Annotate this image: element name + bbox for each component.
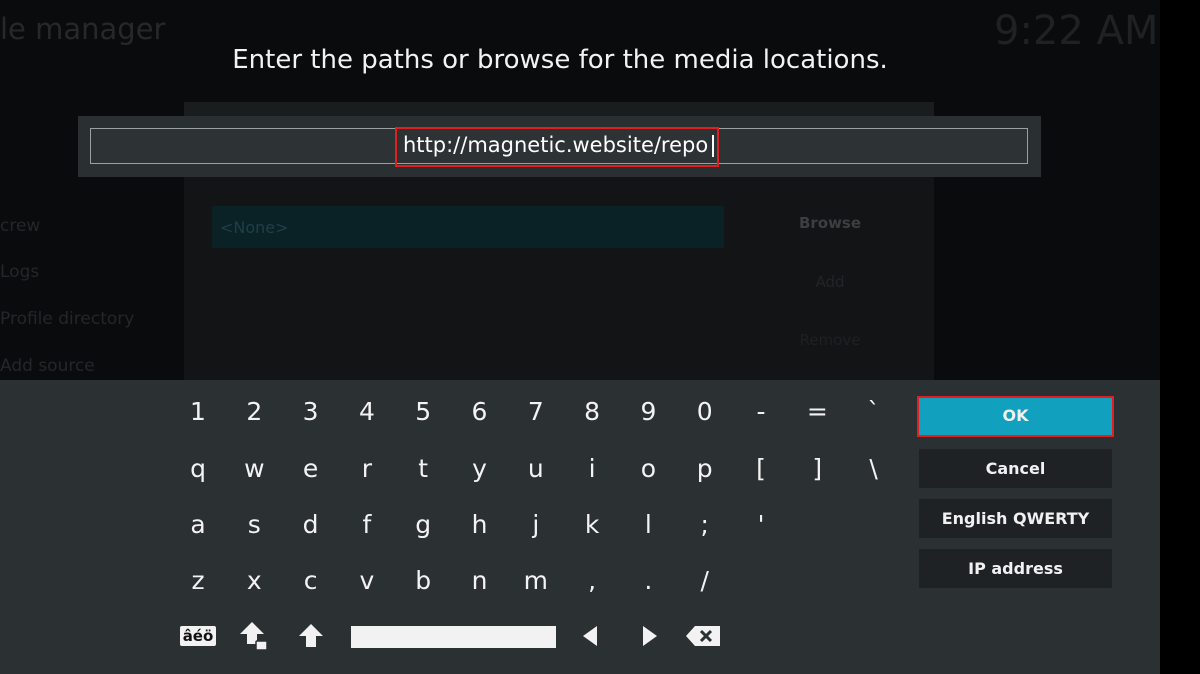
space-bar[interactable] xyxy=(351,626,556,648)
path-input-value: http://magnetic.website/repo xyxy=(403,133,709,157)
key-3-6[interactable]: h xyxy=(455,505,505,545)
background-browse-button: Browse xyxy=(798,214,862,232)
key-4-2[interactable]: x xyxy=(229,561,279,601)
background-source-list-item: <None> xyxy=(212,206,724,248)
background-sidebar-item: crew xyxy=(0,216,41,236)
key-2-2[interactable]: w xyxy=(229,449,279,489)
key-4-9[interactable]: . xyxy=(623,561,673,601)
background-add-button: Add xyxy=(815,273,845,291)
key-2-6[interactable]: y xyxy=(455,449,505,489)
key-1-13[interactable]: ` xyxy=(849,392,899,432)
shift-lock-key[interactable] xyxy=(234,618,276,654)
shift-icon xyxy=(299,624,323,647)
background-window-title: le manager xyxy=(0,12,166,46)
backspace-icon xyxy=(686,626,720,646)
right-edge-strip xyxy=(1160,0,1200,674)
background-sidebar-item: Logs xyxy=(0,262,40,282)
key-2-13[interactable]: \ xyxy=(849,449,899,489)
key-1-4[interactable]: 4 xyxy=(342,392,392,432)
key-2-1[interactable]: q xyxy=(173,449,223,489)
key-4-7[interactable]: m xyxy=(511,561,561,601)
key-4-10[interactable]: / xyxy=(680,561,730,601)
symbols-key[interactable]: âéö xyxy=(177,618,219,654)
key-2-7[interactable]: u xyxy=(511,449,561,489)
shift-key[interactable] xyxy=(290,618,332,654)
key-3-3[interactable]: d xyxy=(286,505,336,545)
background-sidebar-item: Profile directory xyxy=(0,309,135,329)
arrow-right-icon xyxy=(643,626,657,646)
key-1-6[interactable]: 6 xyxy=(455,392,505,432)
ip-address-button[interactable]: IP address xyxy=(919,549,1112,588)
keyboard-layout-button[interactable]: English QWERTY xyxy=(919,499,1112,538)
key-1-2[interactable]: 2 xyxy=(229,392,279,432)
cursor-left-key[interactable] xyxy=(569,618,611,654)
key-3-8[interactable]: k xyxy=(567,505,617,545)
key-3-7[interactable]: j xyxy=(511,505,561,545)
key-2-3[interactable]: e xyxy=(286,449,336,489)
key-4-8[interactable]: , xyxy=(567,561,617,601)
key-1-8[interactable]: 8 xyxy=(567,392,617,432)
key-1-9[interactable]: 9 xyxy=(623,392,673,432)
key-3-1[interactable]: a xyxy=(173,505,223,545)
background-remove-button: Remove xyxy=(799,331,861,349)
key-1-1[interactable]: 1 xyxy=(173,392,223,432)
key-1-5[interactable]: 5 xyxy=(398,392,448,432)
dialog-heading: Enter the paths or browse for the media … xyxy=(232,45,888,75)
key-2-10[interactable]: p xyxy=(680,449,730,489)
arrow-left-icon xyxy=(583,626,597,646)
key-3-11[interactable]: ' xyxy=(736,505,786,545)
key-4-3[interactable]: c xyxy=(286,561,336,601)
key-3-5[interactable]: g xyxy=(398,505,448,545)
key-1-10[interactable]: 0 xyxy=(680,392,730,432)
key-1-3[interactable]: 3 xyxy=(286,392,336,432)
path-input-value-box[interactable]: http://magnetic.website/repo xyxy=(395,127,719,167)
key-2-11[interactable]: [ xyxy=(736,449,786,489)
background-sidebar-item: Add source xyxy=(0,356,95,376)
ok-button[interactable]: OK xyxy=(917,396,1114,437)
key-2-5[interactable]: t xyxy=(398,449,448,489)
key-2-8[interactable]: i xyxy=(567,449,617,489)
key-3-10[interactable]: ; xyxy=(680,505,730,545)
key-1-11[interactable]: - xyxy=(736,392,786,432)
backspace-key[interactable] xyxy=(682,618,724,654)
cursor-right-key[interactable] xyxy=(629,618,671,654)
key-4-4[interactable]: v xyxy=(342,561,392,601)
background-dialog-header xyxy=(184,102,934,116)
key-1-12[interactable]: = xyxy=(792,392,842,432)
key-3-9[interactable]: l xyxy=(623,505,673,545)
text-cursor xyxy=(712,135,715,157)
cancel-button[interactable]: Cancel xyxy=(919,449,1112,488)
key-2-9[interactable]: o xyxy=(623,449,673,489)
key-4-5[interactable]: b xyxy=(398,561,448,601)
key-4-6[interactable]: n xyxy=(455,561,505,601)
symbols-key-label: âéö xyxy=(179,626,217,646)
key-2-4[interactable]: r xyxy=(342,449,392,489)
key-2-12[interactable]: ] xyxy=(792,449,842,489)
key-3-2[interactable]: s xyxy=(229,505,279,545)
key-1-7[interactable]: 7 xyxy=(511,392,561,432)
key-4-1[interactable]: z xyxy=(173,561,223,601)
key-3-4[interactable]: f xyxy=(342,505,392,545)
shift-lock-icon xyxy=(240,622,268,651)
